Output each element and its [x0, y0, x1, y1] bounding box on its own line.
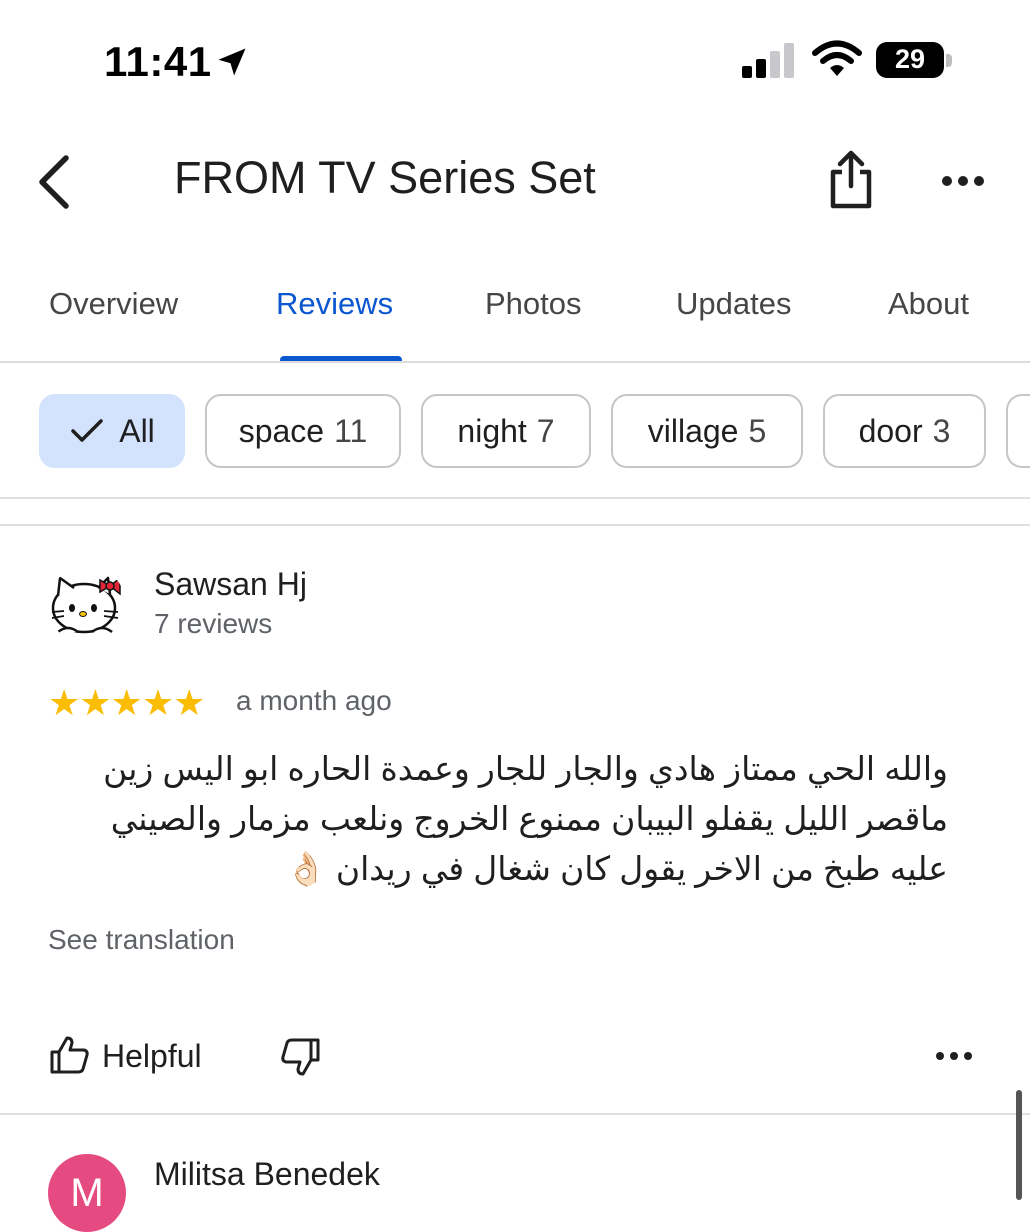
reviewer-review-count: 7 reviews: [154, 608, 273, 639]
tab-overview[interactable]: Overview: [49, 286, 178, 322]
hello-kitty-avatar-icon: [48, 566, 126, 644]
tab-reviews[interactable]: Reviews: [276, 286, 393, 322]
chip-label: All: [119, 412, 155, 449]
chip-label: village: [647, 412, 739, 449]
share-icon[interactable]: [826, 150, 876, 212]
more-horizontal-icon[interactable]: [940, 168, 986, 194]
tab-updates[interactable]: Updates: [676, 286, 791, 322]
star-rating: ★★★★★: [48, 682, 205, 723]
helpful-button[interactable]: Helpful: [102, 1038, 202, 1075]
cellular-signal-icon: [742, 43, 794, 78]
chip-count: 5: [748, 412, 767, 449]
chip-label: door: [858, 412, 923, 449]
scrollbar[interactable]: [1016, 1090, 1022, 1200]
reviewer2-name[interactable]: Militsa Benedek: [154, 1156, 380, 1193]
chip-count: 11: [334, 412, 368, 449]
see-translation-link[interactable]: See translation: [48, 924, 235, 956]
chip-night[interactable]: night 7: [421, 394, 591, 468]
reviewer-avatar[interactable]: [48, 566, 126, 644]
review-divider: [0, 1113, 1030, 1115]
review-text: والله الحي ممتاز هادي والجار للجار وعمدة…: [103, 750, 948, 887]
tab-divider: [0, 361, 1030, 363]
chip-village[interactable]: village 5: [611, 394, 803, 468]
back-chevron-icon[interactable]: [34, 152, 74, 212]
status-time: 11:41: [104, 38, 212, 85]
page-title: FROM TV Series Set: [174, 152, 596, 203]
battery-level: 29: [894, 44, 926, 74]
chip-label: space: [238, 412, 325, 449]
reviewer-name[interactable]: Sawsan Hj: [154, 566, 307, 603]
chip-next-partial[interactable]: [1006, 394, 1030, 468]
chip-door[interactable]: door 3: [823, 394, 986, 468]
check-icon: [71, 419, 103, 442]
chip-label: night: [457, 412, 527, 449]
chips-divider: [0, 497, 1030, 499]
tab-photos[interactable]: Photos: [485, 286, 582, 322]
wifi-icon: [812, 40, 862, 76]
review-time: a month ago: [236, 685, 392, 716]
thumbs-down-icon[interactable]: [280, 1036, 322, 1078]
chip-space[interactable]: space 11: [205, 394, 401, 468]
section-divider: [0, 524, 1030, 526]
thumbs-up-icon[interactable]: [48, 1034, 90, 1076]
chip-count: 3: [932, 412, 951, 449]
tab-about[interactable]: About: [888, 286, 969, 322]
battery-icon: 29: [876, 42, 954, 80]
review-more-options-icon[interactable]: [934, 1044, 974, 1068]
chip-count: 7: [536, 412, 555, 449]
chip-all[interactable]: All: [39, 394, 185, 468]
reviewer2-avatar[interactable]: M: [48, 1154, 126, 1232]
location-arrow-icon: [218, 48, 246, 76]
